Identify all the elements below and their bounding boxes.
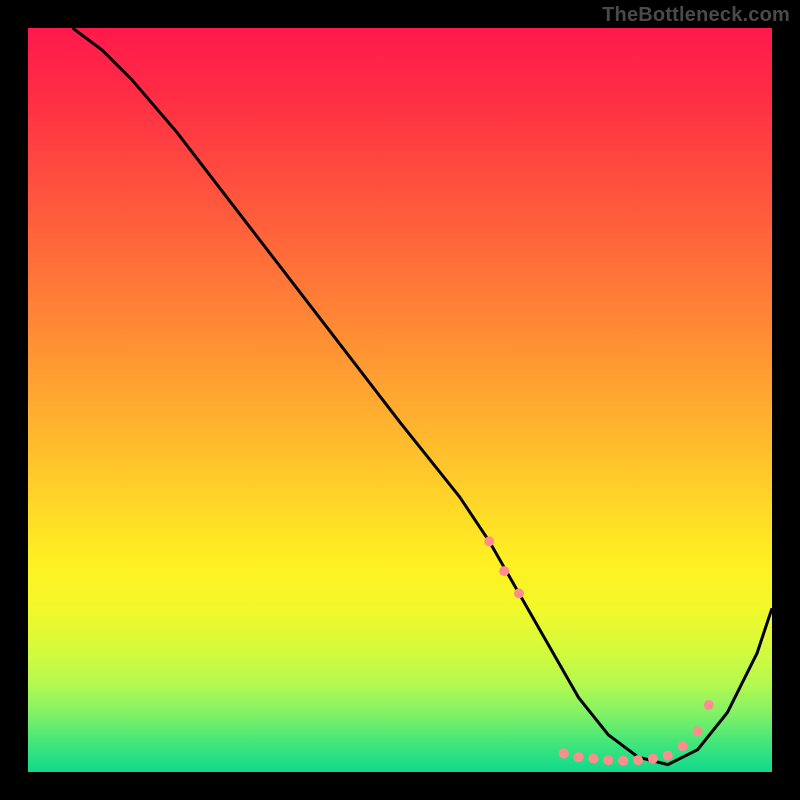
- highlight-marker: [514, 588, 524, 598]
- highlight-marker: [693, 726, 703, 736]
- chart-svg: [28, 28, 772, 772]
- highlight-marker: [704, 700, 714, 710]
- highlight-marker: [484, 536, 494, 546]
- highlight-marker: [559, 748, 569, 758]
- highlight-marker: [574, 752, 584, 762]
- marker-layer: [484, 536, 714, 765]
- bottleneck-curve: [73, 28, 772, 765]
- highlight-marker: [618, 756, 628, 766]
- chart-frame: TheBottleneck.com: [0, 0, 800, 800]
- highlight-marker: [588, 754, 598, 764]
- highlight-marker: [499, 566, 509, 576]
- watermark-text: TheBottleneck.com: [602, 4, 790, 27]
- curve-layer: [73, 28, 772, 765]
- highlight-marker: [663, 751, 673, 761]
- highlight-marker: [678, 741, 688, 751]
- highlight-marker: [633, 755, 643, 765]
- highlight-marker: [603, 755, 613, 765]
- highlight-marker: [648, 754, 658, 764]
- plot-area: [28, 28, 772, 772]
